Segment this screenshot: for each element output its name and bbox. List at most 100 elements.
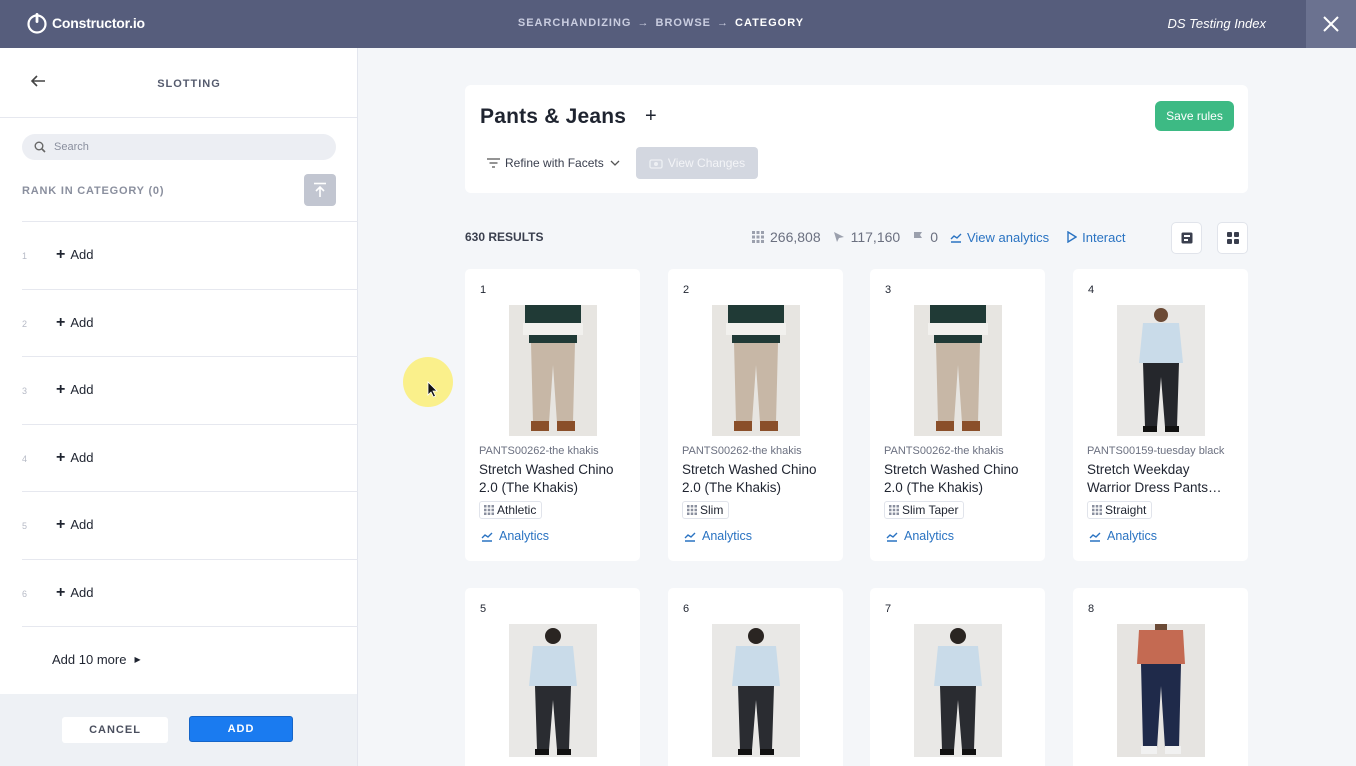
product-analytics-link[interactable]: Analytics: [886, 529, 954, 543]
product-position: 7: [885, 603, 892, 615]
product-position: 5: [480, 603, 487, 615]
search-field[interactable]: [22, 134, 336, 160]
product-sku: PANTS00262-the khakis: [682, 445, 802, 457]
slot-number: 5: [22, 521, 28, 532]
product-analytics-label: Analytics: [702, 529, 753, 543]
product-analytics-link[interactable]: Analytics: [1089, 529, 1157, 543]
slot-add-button[interactable]: + Add: [56, 247, 94, 263]
view-analytics-label: View analytics: [966, 229, 1050, 245]
product-card[interactable]: 4 PANTS00159-tuesday black Stretch Weekd…: [1073, 269, 1248, 561]
product-image: [509, 624, 597, 757]
grid-view-button[interactable]: [1217, 222, 1248, 254]
slot-add-button[interactable]: + Add: [56, 583, 93, 601]
sidebar-title: SLOTTING: [157, 78, 221, 90]
results-count: 630 RESULTS: [465, 230, 544, 244]
product-sku: PANTS00262-the khakis: [479, 445, 599, 457]
plus-icon: +: [56, 381, 66, 399]
stat-clicks-value: 117,160: [850, 229, 901, 245]
category-header: Pants & Jeans + Refine with Facets View …: [465, 85, 1248, 193]
product-image: [712, 305, 800, 436]
cursor-click-icon: [833, 232, 844, 242]
product-card[interactable]: 6: [668, 588, 843, 766]
view-changes-button[interactable]: View Changes: [636, 147, 758, 179]
add-more-button[interactable]: Add 10 more ▶: [52, 652, 141, 667]
product-card[interactable]: 2 PANTS00262-the khakis Stretch Washed C…: [668, 269, 843, 561]
product-image: [712, 624, 800, 757]
plus-icon: +: [56, 448, 66, 466]
view-analytics-link[interactable]: View analytics: [950, 230, 1049, 245]
fit-badge-label: Athletic: [497, 503, 537, 517]
slot-row: 1 + Add: [22, 221, 358, 289]
cancel-button[interactable]: CANCEL: [62, 717, 168, 743]
slot-row: 4 + Add: [22, 423, 358, 492]
plus-icon: +: [56, 583, 66, 601]
slot-add-button[interactable]: + Add: [56, 381, 94, 399]
close-button[interactable]: [1306, 0, 1356, 48]
breadcrumb-searchandizing[interactable]: SEARCHANDIZING: [518, 17, 632, 29]
sidebar-header: SLOTTING: [0, 48, 357, 118]
product-image: [509, 305, 597, 436]
fit-badge: Slim: [682, 501, 730, 519]
product-image: [1117, 305, 1205, 436]
product-analytics-label: Analytics: [1107, 529, 1158, 543]
slot-row: 6 + Add: [22, 558, 358, 627]
slot-add-button[interactable]: + Add: [56, 448, 94, 466]
slot-number: 4: [22, 453, 28, 464]
fit-badge: Athletic: [479, 501, 543, 519]
index-name[interactable]: DS Testing Index: [1167, 16, 1266, 31]
slot-row: 5 + Add: [22, 491, 358, 559]
view-changes-label: View Changes: [667, 156, 746, 170]
slot-add-label: Add: [70, 382, 94, 398]
slot-add-label: Add: [70, 449, 94, 465]
move-to-top-button[interactable]: [304, 174, 336, 206]
interact-link[interactable]: Interact: [1067, 230, 1125, 245]
product-card[interactable]: 3 PANTS00262-the khakis Stretch Washed C…: [870, 269, 1045, 561]
slot-list: 1 + Add 2 + Add 3 + Add 4 + Add 5 + Add 6 + Ad…: [22, 221, 358, 627]
caret-right-icon: ▶: [134, 655, 141, 664]
add-button[interactable]: ADD: [189, 716, 293, 742]
view-changes-icon: [649, 159, 663, 169]
product-analytics-label: Analytics: [499, 529, 550, 543]
breadcrumb: SEARCHANDIZING → BROWSE → CATEGORY: [0, 17, 1322, 29]
product-image: [914, 624, 1002, 757]
stat-flags: 0: [912, 229, 938, 245]
slot-add-label: Add: [70, 247, 94, 262]
search-icon: [34, 141, 46, 153]
close-icon: [1323, 16, 1339, 32]
stat-clicks: 117,160: [833, 229, 901, 245]
search-input[interactable]: [54, 141, 314, 153]
stat-flags-value: 0: [930, 229, 938, 245]
slot-add-button[interactable]: + Add: [56, 314, 94, 330]
refine-with-facets-dropdown[interactable]: Refine with Facets: [487, 156, 620, 170]
product-card[interactable]: 8: [1073, 588, 1248, 766]
add-more-label: Add 10 more: [52, 652, 127, 667]
save-rules-button[interactable]: Save rules: [1155, 101, 1234, 131]
product-card[interactable]: 1 PANTS00262-the khakis Stretch Washed C…: [465, 269, 640, 561]
breadcrumb-browse[interactable]: BROWSE: [656, 17, 712, 29]
analytics-icon: [481, 532, 493, 542]
product-position: 1: [480, 284, 487, 296]
product-analytics-link[interactable]: Analytics: [481, 529, 549, 543]
product-position: 3: [885, 284, 892, 296]
slot-add-button[interactable]: + Add: [56, 517, 93, 533]
slot-number: 2: [22, 318, 28, 329]
product-card[interactable]: 5: [465, 588, 640, 766]
fit-badge: Slim Taper: [884, 501, 965, 519]
move-to-top-icon: [314, 182, 326, 197]
product-analytics-label: Analytics: [904, 529, 955, 543]
product-sku: PANTS00159-tuesday black: [1087, 445, 1225, 457]
breadcrumb-separator: →: [717, 17, 729, 29]
play-icon: [1067, 231, 1078, 243]
fit-badge: Straight: [1087, 501, 1153, 519]
grid-view-icon: [1226, 232, 1239, 244]
product-name: Stretch Washed Chino 2.0 (The Khakis): [884, 462, 1019, 495]
product-analytics-link[interactable]: Analytics: [684, 529, 752, 543]
slot-add-label: Add: [70, 314, 94, 330]
product-card[interactable]: 7: [870, 588, 1045, 766]
product-image: [914, 305, 1002, 436]
slot-row: 3 + Add: [22, 356, 358, 424]
add-rule-plus-icon[interactable]: +: [645, 105, 657, 128]
product-position: 2: [683, 284, 690, 296]
slot-number: 1: [22, 251, 28, 261]
list-view-button[interactable]: [1171, 222, 1202, 254]
